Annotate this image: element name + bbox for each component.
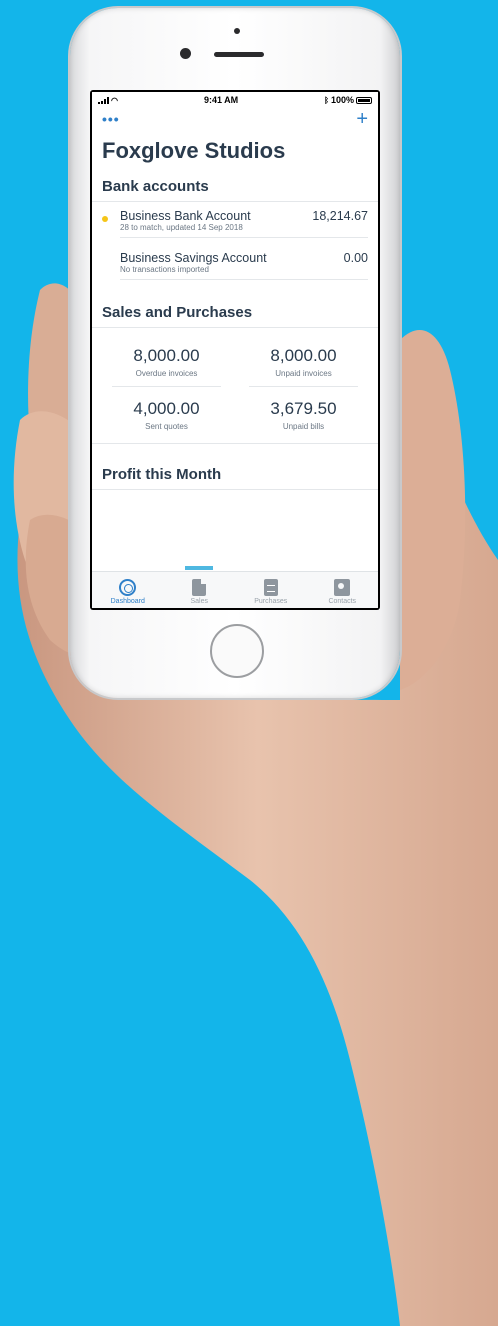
savings-account-info: Business Savings Account No transactions… [120,251,368,280]
battery-percent: 100% [330,95,354,105]
unpaid-invoices-tile[interactable]: 8,000.00 Unpaid invoices [249,334,358,387]
tab-sales[interactable]: Sales [164,566,236,608]
account-balance: 18,214.67 [312,209,368,223]
bank-account-row[interactable]: Business Bank Account 28 to match, updat… [92,202,378,244]
bank-accounts-section: Bank accounts Business Bank Account 28 t… [92,178,378,286]
sent-quotes-tile[interactable]: 4,000.00 Sent quotes [98,387,235,439]
proximity-sensor [234,28,240,34]
stat-value: 4,000.00 [133,399,200,418]
signal-icon [98,96,109,104]
stat-label: Unpaid bills [282,422,325,431]
profit-heading: Profit this Month [92,466,378,490]
unpaid-bills-tile[interactable]: 3,679.50 Unpaid bills [235,387,372,439]
stat-value: 8,000.00 [270,346,337,365]
more-menu-icon[interactable]: ••• [102,111,120,127]
front-camera [180,48,191,59]
home-button[interactable] [210,624,264,678]
sales-purchases-grid: 8,000.00 Overdue invoices 8,000.00 Unpai… [92,328,378,444]
sales-purchases-section: Sales and Purchases 8,000.00 Overdue inv… [92,304,378,444]
bluetooth-icon: ᛒ [324,95,329,105]
phone-screen: ◠ 9:41 AM ᛒ 100% ••• + Foxglove Studios … [90,90,380,610]
tab-dashboard[interactable]: Dashboard [92,572,164,608]
profit-section: Profit this Month [92,466,378,490]
stat-value: 8,000.00 [133,346,200,365]
tab-contacts[interactable]: Contacts [307,572,379,608]
tab-purchases[interactable]: Purchases [235,572,307,608]
account-subtitle: No transactions imported [120,265,209,274]
account-spacer [102,258,108,264]
overdue-invoices-tile[interactable]: 8,000.00 Overdue invoices [112,334,221,387]
app-screen: ◠ 9:41 AM ᛒ 100% ••• + Foxglove Studios … [92,92,378,608]
stat-label: Unpaid invoices [275,369,332,378]
battery-icon [355,96,372,104]
scroll-indicator [185,566,214,570]
sales-purchases-heading: Sales and Purchases [92,304,378,328]
dashboard-icon [119,579,137,596]
earpiece-speaker [214,52,264,57]
contacts-icon [334,579,351,596]
organisation-title: Foxglove Studios [102,138,286,163]
tab-label: Purchases [254,598,288,605]
app-topbar: ••• + [92,108,378,130]
stat-value: 3,679.50 [270,399,337,418]
wifi-icon: ◠ [111,95,118,105]
bank-accounts-heading: Bank accounts [92,178,378,202]
sales-icon [192,579,207,596]
phone-device: ◠ 9:41 AM ᛒ 100% ••• + Foxglove Studios … [70,8,400,698]
savings-account-row[interactable]: Business Savings Account No transactions… [92,244,378,286]
status-right: ᛒ 100% [324,95,372,105]
reconcile-dot-icon [102,216,108,222]
tab-label: Dashboard [110,598,145,605]
status-time: 9:41 AM [203,95,239,105]
account-balance: 0.00 [343,251,368,265]
status-bar: ◠ 9:41 AM ᛒ 100% [92,92,378,108]
bank-account-info: Business Bank Account 28 to match, updat… [120,209,368,238]
purchases-icon [263,579,278,596]
tab-label: Contacts [328,598,357,605]
account-name: Business Savings Account [120,251,267,265]
status-left: ◠ [98,96,118,105]
tab-bar: Dashboard Sales Purchases Contacts [92,566,379,608]
account-name: Business Bank Account [120,209,251,223]
account-subtitle: 28 to match, updated 14 Sep 2018 [120,223,243,232]
add-icon[interactable]: + [356,109,368,129]
stat-label: Sent quotes [145,422,188,431]
tab-label: Sales [190,598,208,605]
stat-label: Overdue invoices [135,369,198,378]
